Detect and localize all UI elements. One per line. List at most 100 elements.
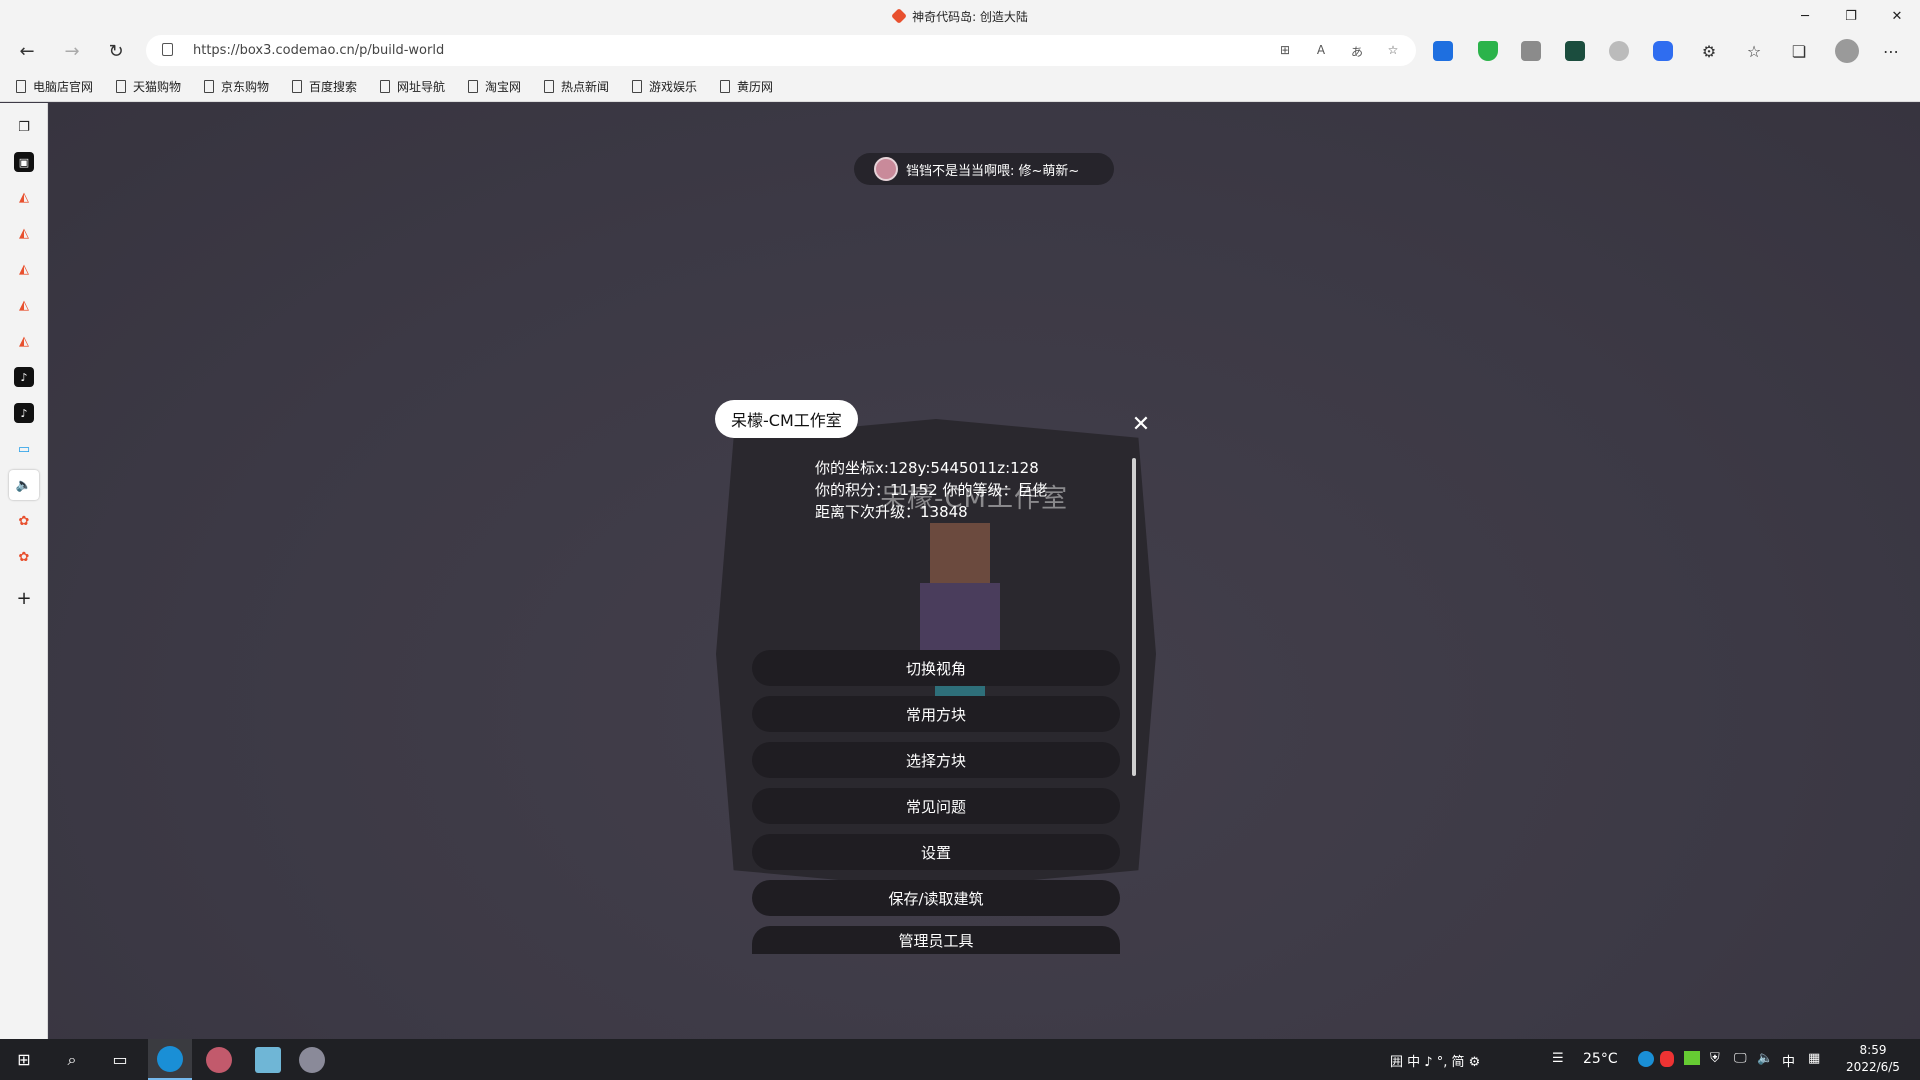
panel-scrollbar[interactable]: [1132, 458, 1136, 776]
admin-tools-button[interactable]: 管理员工具: [752, 926, 1120, 954]
favorite-item[interactable]: 天猫购物: [116, 78, 181, 95]
qq-tray-icon[interactable]: [1660, 1051, 1674, 1067]
codemao-icon[interactable]: ◭: [14, 259, 34, 279]
codemao-island-icon[interactable]: ✿: [14, 547, 34, 567]
page-icon: [292, 80, 302, 93]
favorite-item[interactable]: 百度搜索: [292, 78, 357, 95]
close-window-button[interactable]: ✕: [1874, 0, 1920, 32]
add-sidebar-app-icon[interactable]: +: [14, 588, 34, 609]
window-title: 神奇代码岛: 创造大陆: [0, 8, 1920, 25]
favorite-item[interactable]: 京东购物: [204, 78, 269, 95]
ime-indicators[interactable]: 囲 中 ♪ °, 简 ⚙: [1390, 1051, 1480, 1070]
more-menu-icon[interactable]: ⋯: [1879, 39, 1903, 63]
weather-icon[interactable]: ☰: [1552, 1051, 1564, 1066]
page-icon: [116, 80, 126, 93]
nvidia-tray-icon[interactable]: [1684, 1051, 1700, 1065]
volume-icon[interactable]: 🔈: [1757, 1051, 1773, 1066]
tiktok-icon[interactable]: ♪: [14, 367, 34, 387]
app-available-icon[interactable]: ⊞: [1276, 43, 1294, 59]
extension-shield-icon[interactable]: [1478, 41, 1498, 61]
codemao-island-icon[interactable]: ✿: [14, 511, 34, 531]
navigation-bar: ← → ↻ https://box3.codemao.cn/p/build-wo…: [0, 32, 1920, 70]
page-icon: [380, 80, 390, 93]
lock-icon[interactable]: [162, 43, 173, 56]
faq-button[interactable]: 常见问题: [752, 788, 1120, 824]
pen-app-icon[interactable]: [290, 1039, 334, 1080]
notepad-app-icon[interactable]: [246, 1039, 290, 1080]
search-icon[interactable]: ⌕: [56, 1039, 88, 1080]
extension-bookmark-icon[interactable]: [1433, 41, 1453, 61]
page-icon: [16, 80, 26, 93]
system-clock[interactable]: 8:59 2022/6/5: [1838, 1042, 1908, 1076]
panel-title: 呆檬-CM工作室: [715, 400, 858, 438]
input-language[interactable]: 中: [1782, 1051, 1795, 1070]
favorite-item[interactable]: 电脑店官网: [16, 78, 93, 95]
page-icon: [204, 80, 214, 93]
back-icon[interactable]: ←: [12, 36, 42, 66]
window-title-text: 神奇代码岛: 创造大陆: [912, 10, 1028, 24]
notice-text: 铛铛不是当当啊喂: 修~萌新~: [906, 163, 1080, 179]
favorite-item[interactable]: 黄历网: [720, 78, 773, 95]
favorite-item[interactable]: 热点新闻: [544, 78, 609, 95]
address-bar[interactable]: https://box3.codemao.cn/p/build-world ⊞ …: [146, 35, 1416, 66]
sidebar-app-icon[interactable]: ▣: [14, 152, 34, 172]
refresh-icon[interactable]: ↻: [101, 36, 131, 66]
restore-button[interactable]: ❐: [1828, 0, 1874, 32]
clock-date: 2022/6/5: [1846, 1060, 1900, 1074]
clock-time: 8:59: [1859, 1043, 1887, 1057]
favorite-item[interactable]: 网址导航: [380, 78, 445, 95]
favorite-item[interactable]: 游戏娱乐: [632, 78, 697, 95]
url-text[interactable]: https://box3.codemao.cn/p/build-world: [193, 43, 444, 58]
minimize-button[interactable]: ─: [1782, 0, 1828, 32]
save-load-button[interactable]: 保存/读取建筑: [752, 880, 1120, 916]
common-blocks-button[interactable]: 常用方块: [752, 696, 1120, 732]
forward-icon[interactable]: →: [57, 36, 87, 66]
codemao-icon[interactable]: ◭: [14, 223, 34, 243]
switch-view-button[interactable]: 切换视角: [752, 650, 1120, 686]
extension-reader-icon[interactable]: [1521, 41, 1541, 61]
page-icon: [544, 80, 554, 93]
bilibili-icon[interactable]: ▭: [14, 439, 34, 459]
taskbar: ⊞ ⌕ ▭ 囲 中 ♪ °, 简 ⚙ ☰ 25°C ⛨ 🖵 🔈 中 ▦ 8:59…: [0, 1039, 1920, 1080]
extensions-puzzle-icon[interactable]: ⚙: [1697, 39, 1721, 63]
score-level-text: 你的积分：11152 你的等级：巨佬: [815, 481, 1048, 499]
page-icon: [632, 80, 642, 93]
translate-icon[interactable]: あ: [1348, 43, 1366, 59]
tab-actions-icon[interactable]: ❐: [14, 117, 34, 137]
edge-browser-icon[interactable]: [148, 1039, 192, 1080]
title-bar: 神奇代码岛: 创造大陆 ─ ❐ ✕: [0, 0, 1920, 32]
network-icon[interactable]: 🖵: [1734, 1051, 1747, 1066]
input-mode-icon[interactable]: ▦: [1808, 1051, 1820, 1066]
task-view-icon[interactable]: ▭: [104, 1039, 136, 1080]
codemao-icon[interactable]: ◭: [14, 295, 34, 315]
edge-tray-icon[interactable]: [1638, 1051, 1654, 1067]
codemao-logo-icon: [891, 8, 907, 24]
extension-gear-icon[interactable]: [1609, 41, 1629, 61]
browser-sidebar: ❐ ▣ ◭ ◭ ◭ ◭ ◭ ♪ ♪ ▭ 🔈 ✿ ✿ +: [0, 103, 48, 1039]
extension-chat-icon[interactable]: [1653, 41, 1673, 61]
game-app-icon[interactable]: [197, 1039, 241, 1080]
extension-terminal-icon[interactable]: [1565, 41, 1585, 61]
favorites-icon[interactable]: ☆: [1742, 39, 1766, 63]
player-info: 你的坐标x:128y:5445011z:128 你的积分：11152 你的等级：…: [815, 457, 1048, 523]
collections-icon[interactable]: ❏: [1787, 39, 1811, 63]
security-tray-icon[interactable]: ⛨: [1710, 1051, 1720, 1066]
settings-button[interactable]: 设置: [752, 834, 1120, 870]
favorites-bar: 电脑店官网 天猫购物 京东购物 百度搜索 网址导航 淘宝网 热点新闻 游戏娱乐 …: [0, 70, 1920, 102]
speaker-icon[interactable]: 🔈: [9, 470, 39, 500]
start-windows-icon[interactable]: ⊞: [8, 1039, 40, 1080]
profile-avatar[interactable]: [1835, 39, 1859, 63]
read-aloud-icon[interactable]: A: [1312, 43, 1330, 59]
tiktok-icon[interactable]: ♪: [14, 403, 34, 423]
weather-temperature[interactable]: 25°C: [1583, 1051, 1618, 1067]
coordinates-text: 你的坐标x:128y:5445011z:128: [815, 459, 1039, 477]
codemao-icon[interactable]: ◭: [14, 187, 34, 207]
select-block-button[interactable]: 选择方块: [752, 742, 1120, 778]
next-level-text: 距离下次升级：13848: [815, 503, 968, 521]
page-icon: [720, 80, 730, 93]
favorite-item[interactable]: 淘宝网: [468, 78, 521, 95]
add-favorite-icon[interactable]: ☆: [1384, 43, 1402, 59]
player-avatar: [874, 157, 898, 181]
close-icon[interactable]: ✕: [1129, 412, 1153, 437]
codemao-icon[interactable]: ◭: [14, 331, 34, 351]
